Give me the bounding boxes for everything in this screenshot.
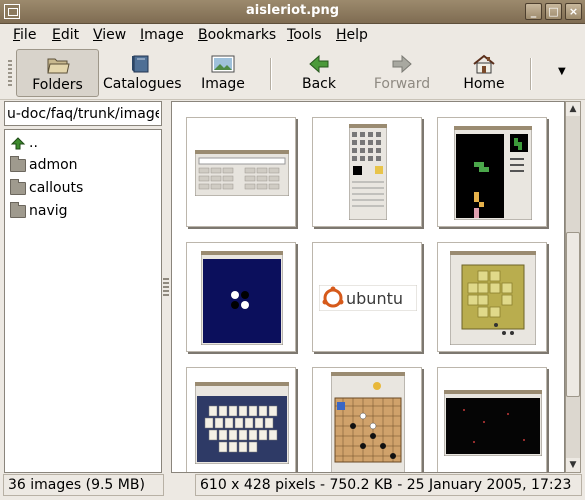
dark-game-image — [444, 390, 542, 456]
home-icon — [473, 54, 495, 74]
folder-name: navig — [29, 203, 68, 219]
image-icon — [211, 55, 235, 73]
menu-edit[interactable]: Edit — [52, 27, 79, 43]
title-bar: aisleriot.png _ □ × — [0, 0, 585, 24]
list-item[interactable]: admon — [8, 156, 158, 176]
folder-icon — [10, 202, 26, 218]
othello-thumbnail[interactable] — [186, 242, 296, 352]
menu-view[interactable]: View — [93, 27, 126, 43]
folders-button[interactable]: Folders — [16, 49, 99, 97]
folder-icon — [10, 179, 26, 195]
menu-help[interactable]: Help — [336, 27, 368, 43]
forward-button[interactable]: Forward — [365, 49, 439, 97]
home-button[interactable]: Home — [452, 49, 516, 97]
menu-bar: File Edit View Image Bookmarks Tools Hel… — [0, 24, 585, 46]
menu-image[interactable]: Image — [140, 27, 184, 43]
calculator-thumbnail[interactable] — [186, 117, 296, 227]
toolbar: Folders Catalogues Image Back Forward Ho… — [0, 46, 585, 100]
puzzle-image — [450, 251, 536, 345]
mahjongg-thumbnail[interactable] — [186, 367, 296, 472]
calculator-image — [195, 150, 289, 196]
status-image-info: 610 x 428 pixels - 750.2 KB - 25 January… — [195, 474, 582, 496]
folder-name: admon — [29, 157, 78, 173]
gimp-toolbox-thumbnail[interactable] — [312, 117, 422, 227]
window-title: aisleriot.png — [245, 3, 340, 18]
catalogues-label: Catalogues — [103, 76, 182, 92]
maximize-button[interactable]: □ — [545, 3, 562, 20]
folder-name: callouts — [29, 180, 84, 196]
toolbar-separator — [530, 58, 532, 90]
tetris-image — [454, 126, 532, 220]
forward-label: Forward — [373, 76, 431, 92]
back-label: Back — [302, 76, 336, 92]
othello-image — [201, 251, 283, 345]
go-board-image — [331, 372, 405, 472]
image-label: Image — [201, 76, 245, 92]
tetris-thumbnail[interactable] — [437, 117, 547, 227]
ubuntu-logo-image: ubuntu — [319, 285, 417, 311]
catalogues-button[interactable]: Catalogues — [103, 49, 182, 97]
vertical-scrollbar[interactable]: ▲ ▼ — [565, 101, 581, 473]
image-view-button[interactable]: Image — [190, 49, 256, 97]
back-arrow-icon — [309, 54, 329, 74]
menu-bookmarks[interactable]: Bookmarks — [198, 27, 276, 43]
location-input[interactable] — [4, 101, 162, 126]
scroll-down-icon[interactable]: ▼ — [566, 458, 580, 472]
folder-name: .. — [29, 135, 38, 151]
toolbar-separator — [270, 58, 272, 90]
scroll-up-icon[interactable]: ▲ — [566, 102, 580, 116]
toolbar-overflow-icon[interactable]: ▼ — [558, 66, 566, 77]
folder-list: .. admon callouts navig — [4, 129, 162, 473]
thumbnail-grid: ubuntu — [171, 101, 565, 473]
menu-tools[interactable]: Tools — [287, 27, 322, 43]
catalogue-book-icon — [132, 55, 149, 73]
list-item[interactable]: .. — [8, 134, 158, 154]
status-image-count: 36 images (9.5 MB) — [3, 474, 164, 496]
mahjongg-image — [195, 382, 289, 464]
up-arrow-icon — [10, 137, 26, 150]
close-button[interactable]: × — [565, 3, 582, 20]
pane-resize-handle[interactable] — [163, 278, 169, 298]
dark-game-thumbnail[interactable] — [437, 367, 547, 472]
folders-label: Folders — [32, 77, 83, 93]
forward-arrow-icon — [392, 54, 412, 74]
list-item[interactable]: navig — [8, 202, 158, 222]
scrollbar-thumb[interactable] — [566, 232, 580, 397]
ubuntu-logo-text: ubuntu — [346, 289, 403, 308]
folder-icon — [10, 156, 26, 172]
puzzle-thumbnail[interactable] — [437, 242, 547, 352]
folder-open-icon — [46, 58, 70, 74]
list-item[interactable]: callouts — [8, 179, 158, 199]
ubuntu-logo-thumbnail[interactable]: ubuntu — [312, 242, 422, 352]
gimp-toolbox-image — [349, 124, 387, 220]
go-board-thumbnail[interactable] — [312, 367, 422, 472]
back-button[interactable]: Back — [285, 49, 353, 97]
menu-file[interactable]: File — [13, 27, 36, 43]
minimize-button[interactable]: _ — [525, 3, 542, 20]
home-label: Home — [463, 76, 505, 92]
toolbar-grip[interactable] — [8, 60, 12, 86]
